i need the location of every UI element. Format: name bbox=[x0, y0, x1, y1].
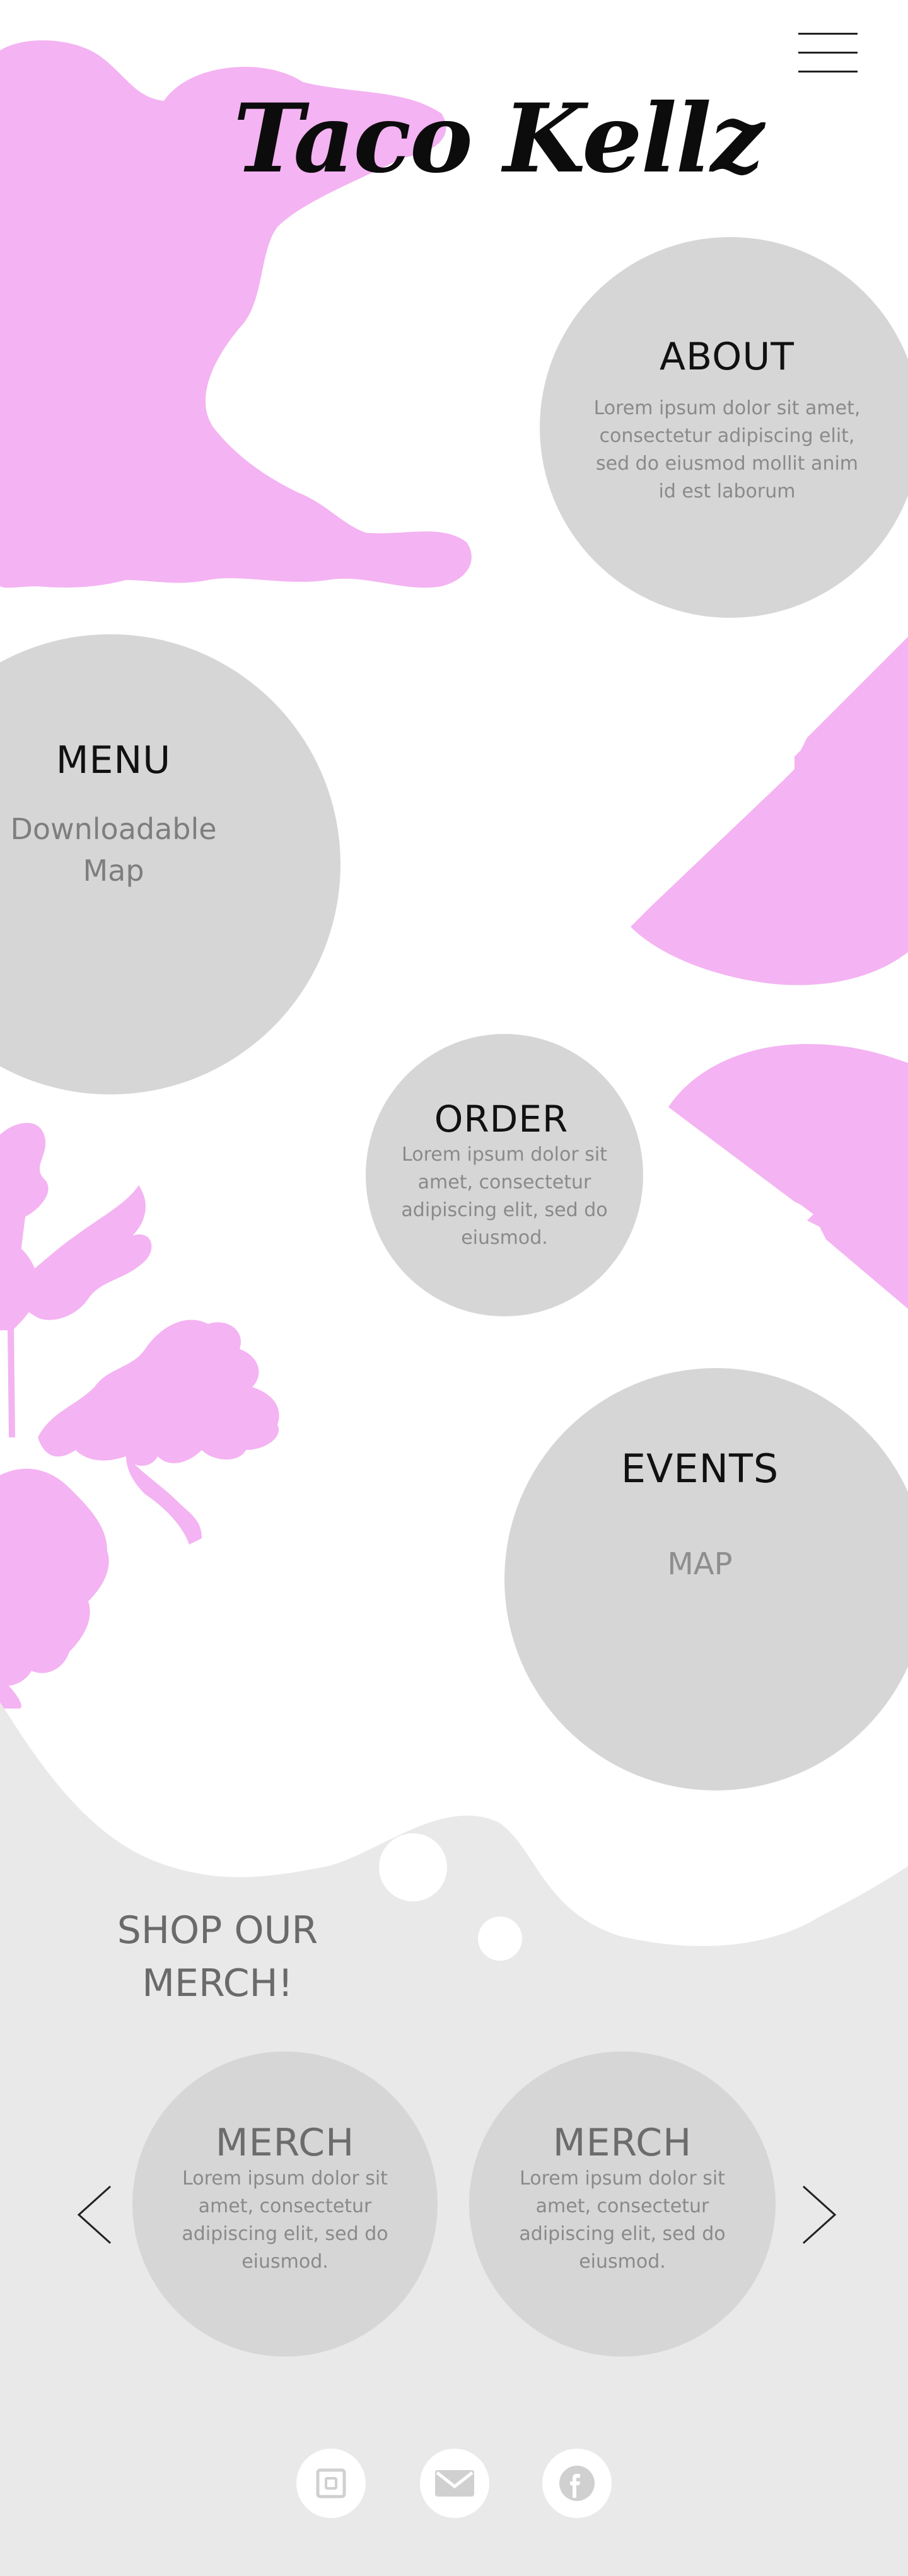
about-circle[interactable]: ABOUT Lorem ipsum dolor sit amet, consec… bbox=[540, 237, 908, 618]
about-title: ABOUT bbox=[660, 335, 794, 379]
logo[interactable]: Taco Kellz bbox=[233, 76, 764, 202]
events-body[interactable]: MAP bbox=[523, 1542, 876, 1586]
chevron-left-icon[interactable] bbox=[73, 2180, 123, 2249]
about-body: Lorem ipsum dolor sit amet, consectetur … bbox=[593, 397, 861, 502]
merch-title: MERCH bbox=[215, 2121, 355, 2165]
mail-icon bbox=[435, 2470, 474, 2497]
footer-wave-background bbox=[0, 1702, 908, 2576]
events-title: EVENTS bbox=[620, 1446, 779, 1492]
pink-cilantro-decoration bbox=[0, 1123, 279, 1709]
order-body: Lorem ipsum dolor sit amet, consectetur … bbox=[401, 1144, 608, 1249]
merch-circle[interactable]: MERCH Lorem ipsum dolor sit amet, consec… bbox=[132, 2051, 438, 2357]
hamburger-line bbox=[798, 71, 858, 73]
chevron-right-icon[interactable] bbox=[791, 2180, 841, 2249]
instagram-icon bbox=[316, 2468, 346, 2498]
menu-title: MENU bbox=[55, 738, 172, 782]
pink-taco-shell-decoration bbox=[631, 637, 908, 985]
order-title: ORDER bbox=[434, 1098, 569, 1140]
order-circle[interactable]: ORDER Lorem ipsum dolor sit amet, consec… bbox=[366, 1034, 643, 1316]
facebook-icon bbox=[559, 2466, 595, 2501]
merch-title: MERCH bbox=[552, 2121, 692, 2165]
facebook-button[interactable] bbox=[542, 2449, 612, 2518]
merch-circle[interactable]: MERCH Lorem ipsum dolor sit amet, consec… bbox=[469, 2051, 776, 2357]
page: Taco Kellz ABOUT Lorem ipsum dolor sit a… bbox=[0, 0, 908, 2576]
menu-circle[interactable]: MENU Downloadable Map bbox=[0, 634, 340, 1094]
hamburger-line bbox=[798, 33, 858, 35]
hamburger-line bbox=[798, 52, 858, 54]
hamburger-menu-icon[interactable] bbox=[798, 33, 858, 74]
pink-taco-shell-decoration bbox=[668, 1044, 908, 1309]
mail-button[interactable] bbox=[420, 2449, 489, 2518]
merch-body: Lorem ipsum dolor sit amet, consectetur … bbox=[182, 2167, 388, 2273]
menu-body[interactable]: Downloadable Map bbox=[6, 808, 221, 891]
merch-body: Lorem ipsum dolor sit amet, consectetur … bbox=[519, 2167, 726, 2273]
shop-title: SHOP OUR MERCH! bbox=[117, 1908, 318, 2005]
instagram-button[interactable] bbox=[296, 2449, 366, 2518]
